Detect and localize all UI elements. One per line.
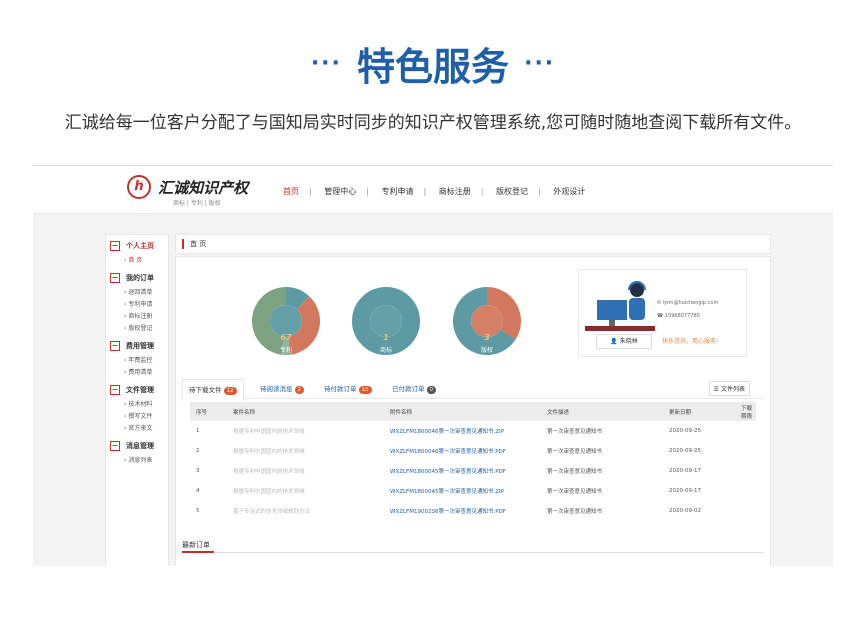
column-header: 附件名称 (384, 402, 541, 421)
sidebar-item[interactable]: › 退回清单 (110, 287, 168, 299)
contact-phone: ☎ 15968077780 (657, 313, 700, 319)
contact-email: ✉ lynn@huichengip.com (657, 300, 719, 306)
tab-pending-downloads[interactable]: 待下载文件 12 (182, 379, 244, 401)
column-header: 文件描述 (541, 402, 663, 421)
section-subtitle: 汇诚给每一位客户分配了与国知局实时同步的知识产权管理系统,您可随时随地查阅下载所… (64, 113, 802, 133)
column-header: 序号 (190, 402, 227, 421)
system-screenshot: h 汇诚知识产权 商标 | 专利 | 版权 首页 | 管理中心 | 专利申请 | 商标… (33, 165, 833, 566)
sidebar-group-title[interactable]: − 消息管理 (110, 441, 168, 451)
donut-patent: 67 专利 (251, 287, 320, 355)
sidebar-item[interactable]: › 年费监控 (110, 355, 168, 367)
breadcrumb: 首 页 (175, 234, 771, 254)
divider-accent (182, 551, 214, 553)
sidebar-item[interactable]: › 费用清单 (110, 367, 168, 379)
attachment-link[interactable]: WXZLFM1900236第一次审查意见通知书.PDF (384, 501, 541, 521)
sidebar-item-home[interactable]: › 首 页 (110, 255, 168, 267)
logo[interactable]: h 汇诚知识产权 商标 | 专利 | 版权 (127, 175, 249, 207)
collapse-icon: − (110, 385, 120, 395)
file-list-button[interactable]: ☰ 文件列表 (708, 381, 750, 396)
attachment-link[interactable]: WXZLFM1800045第一次审查意见通知书.ZIP (384, 481, 541, 501)
breadcrumb-label: 首 页 (190, 240, 207, 248)
sidebar-item[interactable]: › 商标注册 (110, 311, 168, 323)
sidebar-group-title[interactable]: − 文件管理 (110, 385, 168, 395)
contact-card: ✉ lynn@huichengip.com ☎ 15968077780 👤 朱晓… (578, 269, 747, 357)
latest-orders-title: 最新订单 (182, 541, 210, 549)
donut-value: 67 (280, 333, 292, 342)
files-table: 序号 案件名称 附件名称 文件描述 更新日期 下载期限 1 根据专利中国国内的技… (190, 402, 756, 521)
nav-item-patent[interactable]: 专利申请 (382, 187, 414, 196)
donut-label: 专利 (279, 347, 292, 354)
tab-paid-orders[interactable]: 已付款订单 0 (392, 383, 436, 394)
heading-dots-right: ··· (524, 51, 556, 76)
table-row: 2 根据专利中国国内的技术领域 WXZLFM1800046第一次审查意见通知书.… (190, 441, 756, 461)
donut-value: 1 (383, 333, 389, 342)
column-header: 案件名称 (227, 402, 384, 421)
sidebar-item[interactable]: › 版权登记 (110, 323, 168, 335)
count-badge: 2 (294, 386, 304, 394)
top-bar: h 汇诚知识产权 商标 | 专利 | 版权 首页 | 管理中心 | 专利申请 | 商标… (33, 166, 833, 214)
sidebar-group-fees: − 费用管理 › 年费监控 › 费用清单 (106, 341, 168, 379)
sidebar: − 个人主页 › 首 页 − 我的订单 › 退回清单 › 专利申请 › 商标注册 ›… (105, 234, 169, 566)
donut-label: 商标 (379, 347, 392, 354)
sidebar-item[interactable]: › 消息列表 (110, 455, 168, 467)
main-nav: 首页 | 管理中心 | 专利申请 | 商标注册 | 版权登记 | 外观设计 (283, 187, 586, 196)
attachment-link[interactable]: WXZLFM1800046第一次审查意见通知书.ZIP (384, 421, 541, 441)
table-row: 4 根据专利中国国内的技术领域 WXZLFM1800045第一次审查意见通知书.… (190, 481, 756, 501)
collapse-icon: − (110, 241, 120, 251)
collapse-icon: − (110, 441, 120, 451)
donut-trademark: 1 商标 (352, 287, 420, 355)
sidebar-item[interactable]: › 官方来文 (110, 423, 168, 435)
nav-item-design[interactable]: 外观设计 (553, 187, 585, 196)
collapse-icon: − (110, 273, 120, 283)
table-row: 1 根据专利中国国内的技术领域 WXZLFM1800046第一次审查意见通知书.… (190, 421, 756, 441)
donut-label: 版权 (480, 347, 493, 354)
tab-bar: 待下载文件 12 待阅读消息 2 待付款订单 10 已付款订单 0 ☰ 文件列表 (182, 379, 764, 401)
column-header: 更新日期 (663, 402, 735, 421)
contact-name-button[interactable]: 👤 朱晓林 (596, 334, 652, 349)
section-heading: ··· 特色服务 ··· (0, 36, 866, 91)
tab-unread-messages[interactable]: 待阅读消息 2 (260, 383, 304, 394)
sidebar-group-title[interactable]: − 我的订单 (110, 273, 168, 283)
donut-value: 3 (484, 333, 490, 342)
column-header: 下载期限 (735, 402, 756, 421)
sidebar-group-orders: − 我的订单 › 退回清单 › 专利申请 › 商标注册 › 版权登记 (106, 273, 168, 335)
table-row: 3 根据专利中国国内的技术领域 WXZLFM1800045第一次审查意见通知书.… (190, 461, 756, 481)
nav-item-trademark[interactable]: 商标注册 (439, 187, 471, 196)
logo-tagline: 商标 | 专利 | 版权 (173, 200, 221, 207)
table-row: 5 基于多站式的技术领域规划方法 WXZLFM1900236第一次审查意见通知书… (190, 501, 756, 521)
sidebar-group-files: − 文件管理 › 技术材料 › 撰写文件 › 官方来文 (106, 385, 168, 435)
sidebar-group-title[interactable]: − 个人主页 (110, 241, 168, 251)
divider (182, 552, 764, 553)
count-badge: 12 (223, 387, 237, 395)
contact-slogan: 快乐咨询，用心服务! (662, 338, 719, 345)
sidebar-group-messages: − 消息管理 › 消息列表 (106, 441, 168, 467)
heading-dots-left: ··· (310, 51, 342, 76)
user-icon: 👤 (610, 338, 618, 345)
tab-unpaid-orders[interactable]: 待付款订单 10 (324, 383, 372, 394)
section-title: 特色服务 (356, 45, 509, 89)
sidebar-group-home: − 个人主页 › 首 页 (106, 241, 168, 267)
support-agent-icon (585, 281, 655, 331)
main-panel: 67 专利 1 商标 3 版权 ✉ lynn@huichengip.com ☎ … (175, 256, 771, 566)
sidebar-item[interactable]: › 撰写文件 (110, 411, 168, 423)
sidebar-item[interactable]: › 技术材料 (110, 399, 168, 411)
nav-item-home[interactable]: 首页 (283, 187, 299, 196)
collapse-icon: − (110, 341, 120, 351)
nav-item-copyright[interactable]: 版权登记 (496, 187, 528, 196)
sidebar-item[interactable]: › 专利申请 (110, 299, 168, 311)
donut-copyright: 3 版权 (453, 287, 521, 355)
logo-name: 汇诚知识产权 (158, 178, 249, 197)
table-header-row: 序号 案件名称 附件名称 文件描述 更新日期 下载期限 (190, 402, 756, 421)
attachment-link[interactable]: WXZLFM1800046第一次审查意见通知书.PDF (384, 441, 541, 461)
count-badge: 0 (426, 386, 436, 394)
sidebar-group-title[interactable]: − 费用管理 (110, 341, 168, 351)
nav-item-management[interactable]: 管理中心 (324, 187, 356, 196)
count-badge: 10 (358, 386, 372, 394)
list-icon: ☰ (713, 386, 720, 393)
attachment-link[interactable]: WXZLFM1800045第一次审查意见通知书.PDF (384, 461, 541, 481)
logo-mark-icon: h (127, 175, 151, 199)
